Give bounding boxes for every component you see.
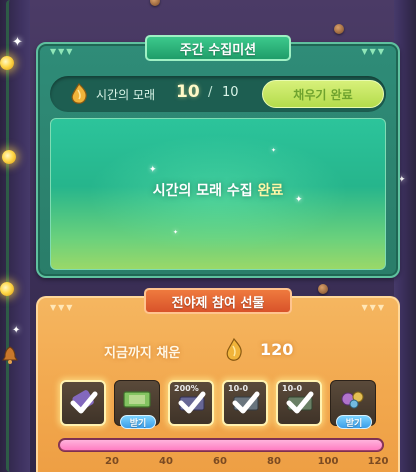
sparkle-icon: ✦: [271, 147, 277, 154]
vine-decoration: [6, 0, 14, 472]
sparkle-icon: ✦: [12, 325, 21, 336]
chevron-decoration: ▼▼▼: [50, 47, 75, 56]
claim-button-label: 받기: [129, 418, 147, 429]
potion-bundle-icon: [341, 391, 364, 409]
accumulated-label: 지금까지 채운: [104, 346, 181, 361]
collection-complete-text: 시간의 모래 수집 완료: [51, 180, 385, 200]
weekly-mission-panel: ▼▼▼ ▼▼▼ 주간 수집미션 시간의 모래 10 / 10 채우기 완료 ✦ …: [36, 35, 400, 278]
check-icon: [70, 391, 98, 414]
knob-decoration: [150, 0, 160, 6]
total-count: 10: [222, 85, 239, 100]
light-bulb-icon: [0, 56, 14, 70]
reward-slot-4[interactable]: 10-0: [222, 380, 268, 426]
fill-complete-button[interactable]: 채우기 완료: [262, 80, 384, 108]
chevron-decoration: ▼▼▼: [361, 47, 386, 56]
knob-decoration: [334, 24, 344, 34]
claim-button-label: 받기: [345, 418, 363, 429]
left-side-decoration: [0, 0, 30, 472]
tick-label-40: 40: [159, 456, 173, 467]
collection-complete-banner: ✦ ✦ ✦ ✦ 시간의 모래 수집 완료: [50, 118, 386, 270]
sand-of-time-icon: [226, 337, 242, 361]
sparkle-icon: ✦: [149, 165, 157, 175]
sand-of-time-icon: [71, 83, 87, 104]
mission-title: 주간 수집미션: [179, 42, 257, 58]
check-icon: [178, 391, 206, 414]
reward-slot-2[interactable]: 받기: [114, 380, 160, 429]
claim-button[interactable]: 받기: [336, 415, 372, 429]
tick-label-80: 80: [267, 456, 281, 467]
bell-icon: [2, 346, 18, 364]
check-icon: [232, 391, 260, 414]
current-count: 10: [176, 82, 200, 102]
knob-decoration: [318, 284, 328, 294]
tick-label-20: 20: [105, 456, 119, 467]
mission-progress-bar: 시간의 모래 10 / 10 채우기 완료: [50, 76, 386, 112]
item-name: 시간의 모래: [96, 88, 156, 102]
sparkle-icon: ✦: [12, 35, 23, 50]
sparkle-icon: ✦: [173, 229, 179, 236]
tick-label-60: 60: [213, 456, 227, 467]
reward-title-ribbon: 전야제 참여 선물: [144, 288, 292, 314]
tick-label-100: 100: [317, 456, 339, 467]
ticket-item-icon: [123, 391, 151, 408]
complete-text-prefix: 시간의 모래 수집: [152, 183, 258, 199]
reward-slot-5[interactable]: 10-0: [276, 380, 322, 426]
light-bulb-icon: [0, 282, 14, 296]
chevron-decoration: ▼▼▼: [50, 303, 75, 312]
tick-label-120: 120: [367, 456, 389, 467]
chevron-decoration: ▼▼▼: [361, 303, 386, 312]
reward-title: 전야제 참여 선물: [171, 295, 265, 311]
claim-button[interactable]: 받기: [120, 415, 156, 429]
reward-slot-3[interactable]: 200%: [168, 380, 214, 426]
mission-title-ribbon: 주간 수집미션: [145, 35, 291, 61]
complete-text-highlight: 완료: [257, 183, 284, 199]
reward-progress-track: [58, 438, 384, 452]
reward-slot-6[interactable]: 받기: [330, 380, 376, 429]
count-separator: /: [208, 85, 213, 100]
reward-progress-fill: [60, 440, 382, 450]
accumulated-value: 120: [260, 340, 294, 359]
fill-complete-label: 채우기 완료: [293, 87, 353, 102]
check-icon: [286, 391, 314, 414]
reward-slot-1[interactable]: [60, 380, 106, 426]
participation-reward-panel: ▼▼▼ ▼▼▼ 전야제 참여 선물 지금까지 채운 120 받기 200% 10…: [36, 288, 400, 472]
light-bulb-icon: [2, 150, 16, 164]
